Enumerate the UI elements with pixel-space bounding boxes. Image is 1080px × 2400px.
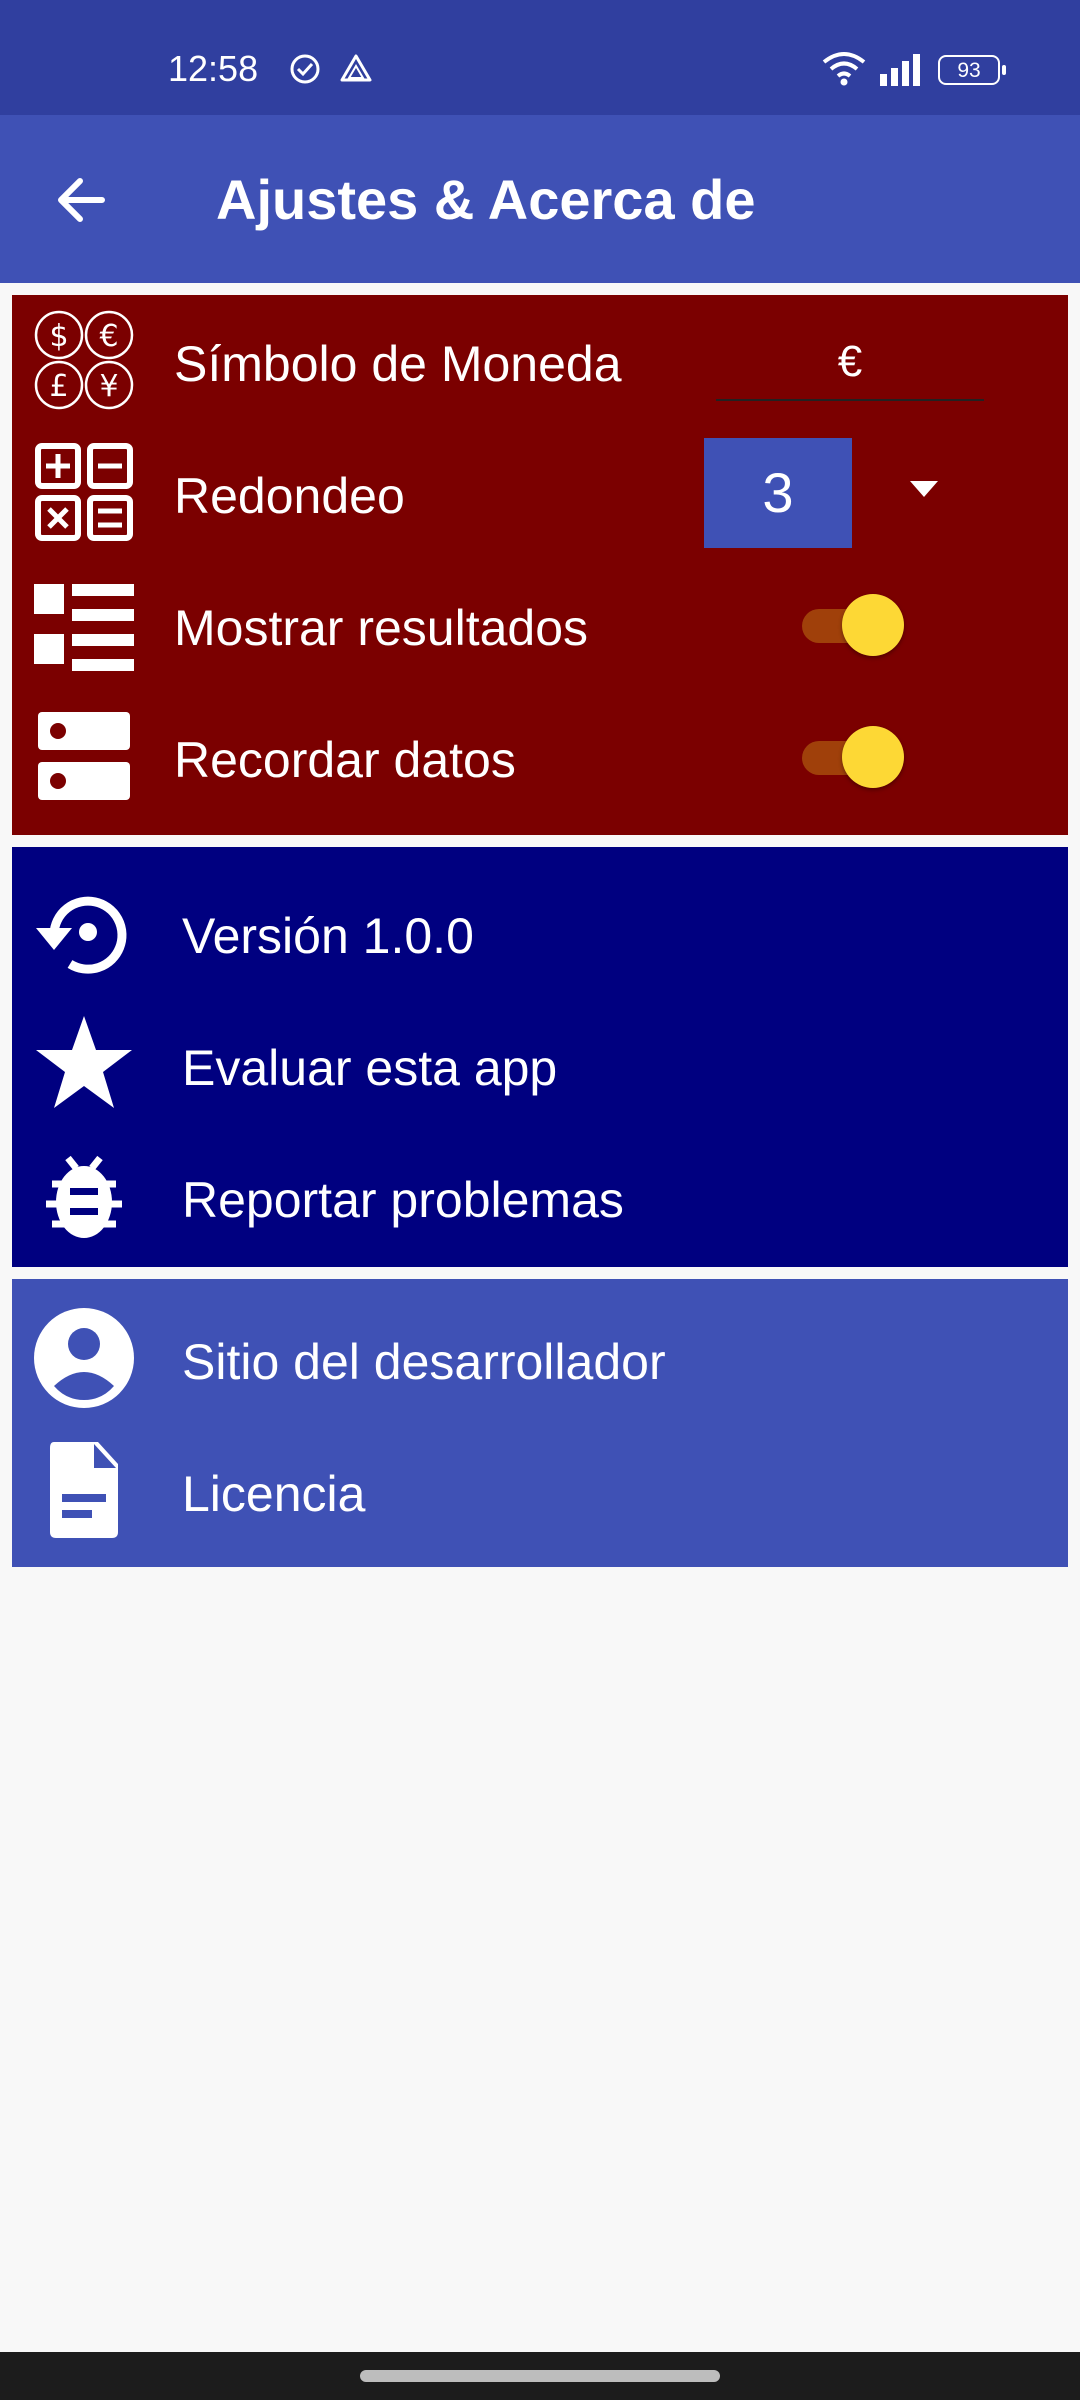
document-icon [50,1442,118,1538]
currency-symbol-label: Símbolo de Moneda [174,336,622,392]
show-results-label: Mostrar resultados [174,600,589,656]
currency-symbol-value: € [837,337,863,386]
rounding-row: Redondeo 3 [12,427,1068,557]
navigation-bar [0,2352,1080,2400]
show-results-toggle[interactable] [798,593,908,657]
check-circle-icon [290,54,320,84]
restore-icon [36,896,127,974]
settings-card: $ € £ ¥ Símbolo de Moneda € Redondeo 3 M… [12,295,1068,835]
storage-icon [38,712,130,800]
svg-text:¥: ¥ [99,369,118,404]
status-bar: 12:58 93 [0,0,1080,115]
developer-site-row[interactable]: Sitio del desarrollador [12,1293,1068,1423]
signal-icon [880,54,920,86]
version-label: Versión 1.0.0 [182,908,474,964]
battery-icon: 93 [938,55,1006,85]
bug-icon [46,1155,122,1238]
wifi-icon [822,52,866,86]
arrow-left-icon [58,178,105,222]
status-time: 12:58 [168,48,259,89]
currency-symbol-input[interactable]: € [716,315,984,401]
toggle-thumb [842,594,904,656]
battery-level: 93 [957,59,981,82]
back-button[interactable] [40,159,130,239]
license-label: Licencia [182,1466,366,1522]
report-issues-row[interactable]: Reportar problemas [12,1131,1068,1261]
rounding-label: Redondeo [174,468,405,524]
home-gesture-handle[interactable] [360,2370,720,2382]
version-row[interactable]: Versión 1.0.0 [12,867,1068,997]
rate-app-row[interactable]: Evaluar esta app [12,999,1068,1129]
report-issues-label: Reportar problemas [182,1172,624,1228]
svg-text:€: € [99,319,118,354]
remember-data-toggle[interactable] [798,725,908,789]
developer-site-label: Sitio del desarrollador [182,1334,666,1390]
svg-text:$: $ [49,319,68,354]
star-icon [36,1016,132,1108]
show-results-row: Mostrar resultados [12,559,1068,689]
currency-symbol-row: $ € £ ¥ Símbolo de Moneda € [12,295,1068,425]
rounding-dropdown[interactable]: 3 [704,438,852,548]
rate-app-label: Evaluar esta app [182,1040,558,1096]
toggle-thumb [842,726,904,788]
currency-symbols-icon: $ € £ ¥ [34,310,134,410]
chevron-down-icon[interactable] [908,479,940,499]
calculator-icon [35,443,133,541]
app-bar: Ajustes & Acerca de [0,115,1080,283]
developer-card: Sitio del desarrollador Licencia [12,1279,1068,1567]
page-title: Ajustes & Acerca de [216,168,756,231]
remember-data-label: Recordar datos [174,732,516,788]
license-row[interactable]: Licencia [12,1425,1068,1555]
info-card: Versión 1.0.0 Evaluar esta app Reportar … [12,847,1068,1267]
account-circle-icon [34,1308,134,1408]
remember-data-row: Recordar datos [12,691,1068,821]
svg-text:£: £ [49,369,68,404]
list-icon [34,584,134,671]
drive-icon [340,54,372,82]
